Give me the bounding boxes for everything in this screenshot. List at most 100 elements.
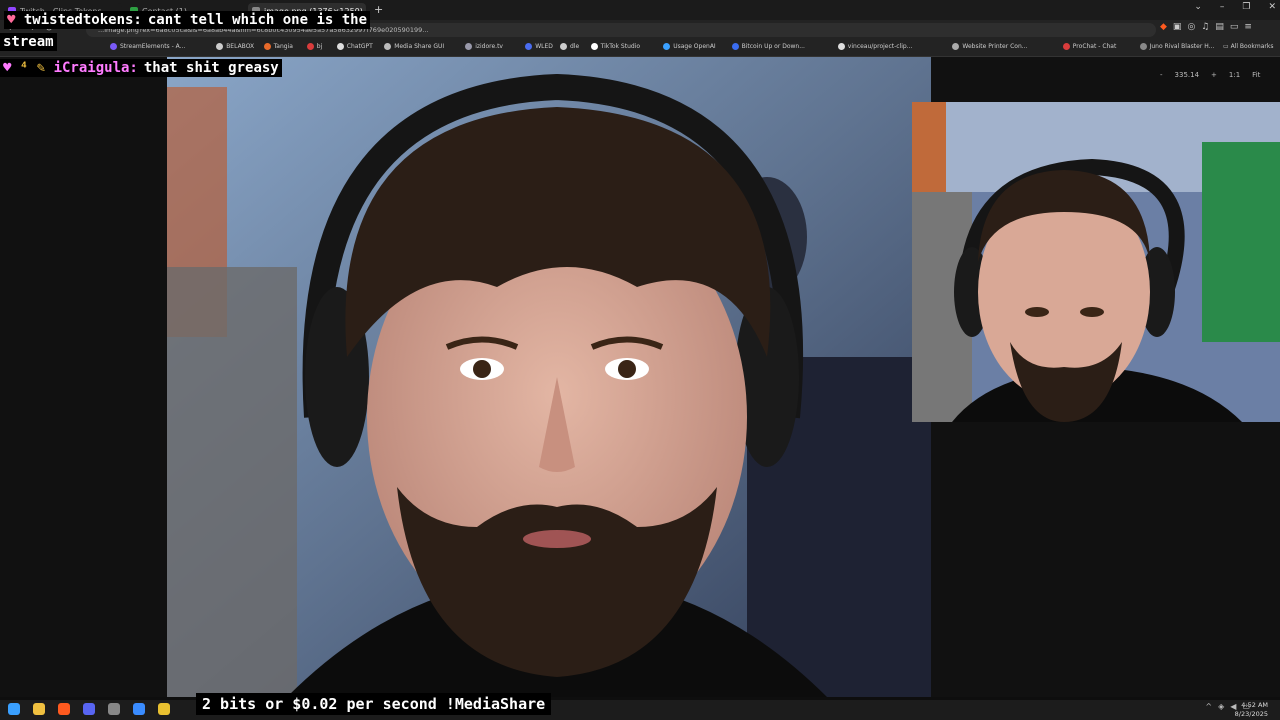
sidebar-icon[interactable]: ▤ [1215, 22, 1224, 32]
bookmark-item[interactable]: ProChat - Chat [1062, 43, 1117, 50]
bookmark-icon [336, 43, 344, 50]
zoom-in-button[interactable]: + [1211, 71, 1217, 79]
bookmark-icon [1139, 43, 1147, 50]
bookmark-label: izidore.tv [475, 43, 503, 50]
bookmark-icon [952, 43, 960, 50]
clock-time: 4:52 AM [1241, 701, 1268, 709]
bookmark-item[interactable]: BELABOX [216, 43, 254, 50]
bookmark-item[interactable]: Bitcoin Up or Down... [731, 43, 805, 50]
bookmark-label: Usage OpenAI [673, 43, 716, 50]
taskbar [0, 700, 1280, 720]
chat-message-1: ♥ twistedtokens: cant tell which one is t… [4, 11, 371, 29]
minimize-button[interactable]: – [1220, 2, 1225, 12]
bookmark-item[interactable]: izidore.tv [465, 43, 503, 50]
extension-icon[interactable]: ◎ [1187, 22, 1195, 32]
bookmark-label: StreamElements - A... [120, 43, 186, 50]
brave-shield-icon[interactable]: ◆ [1160, 22, 1167, 32]
bookmark-label: vinceau/project-clip... [847, 43, 913, 50]
bookmark-icon [525, 43, 533, 50]
chat-username: ♥ ⁴ ✎ iCraigula: [0, 59, 141, 77]
obs-icon[interactable] [108, 703, 120, 715]
bookmark-item[interactable]: bj [306, 43, 323, 50]
bookmark-icon [837, 43, 845, 50]
bookmark-item[interactable]: Website Printer Con... [952, 43, 1027, 50]
bookmark-icon [216, 43, 224, 50]
chat-username: ♥ twistedtokens: [4, 11, 145, 29]
bookmark-icon [663, 43, 671, 50]
chrome-icon[interactable] [158, 703, 170, 715]
bookmark-item[interactable]: StreamElements - A... [110, 43, 185, 50]
menu-icon[interactable]: ≡ [1244, 22, 1252, 32]
one-to-one-button[interactable]: 1:1 [1229, 71, 1240, 79]
all-bookmarks-label: All Bookmarks [1230, 43, 1274, 50]
zoom-out-button[interactable]: - [1160, 71, 1163, 79]
taskbar-clock[interactable]: 4:52 AM 8/23/2025 [1235, 701, 1268, 719]
bookmark-item[interactable]: Usage OpenAI [663, 43, 716, 50]
all-bookmarks[interactable]: ▭ All Bookmarks [1223, 43, 1273, 50]
bookmark-label: Media Share GUI [394, 43, 445, 50]
bookmark-label: Bitcoin Up or Down... [741, 43, 805, 50]
bookmark-icon [384, 43, 392, 50]
discord-icon[interactable] [83, 703, 95, 715]
file-explorer-icon[interactable] [33, 703, 45, 715]
bookmark-icon [306, 43, 314, 50]
close-button[interactable]: ✕ [1268, 2, 1276, 12]
chat-username-text: twistedtokens: [23, 12, 142, 28]
bookmark-icon [110, 43, 117, 50]
folder-icon: ▭ [1223, 43, 1231, 50]
inset-webcam-image [912, 102, 1280, 422]
bookmark-item[interactable]: Juno Rival Blaster H... [1139, 43, 1215, 50]
wallet-icon[interactable]: ▭ [1230, 22, 1239, 32]
chat-message-continuation: stream [0, 33, 57, 51]
mediashare-banner: 2 bits or $0.02 per second !MediaShare [196, 693, 552, 715]
clock-date: 8/23/2025 [1234, 710, 1268, 718]
pencil-badge-icon: ⁴ ✎ [19, 60, 54, 76]
chevron-up-icon[interactable]: ^ [1205, 702, 1212, 711]
brave-icon[interactable] [58, 703, 70, 715]
inset-portrait-image [912, 102, 1280, 422]
chat-message-1-continued: stream [0, 33, 57, 51]
chat-message-text: that shit greasy [140, 59, 282, 77]
bookmark-label: Tangia [273, 43, 293, 50]
bookmark-icon [590, 43, 598, 50]
bookmark-icon [263, 43, 271, 50]
bookmark-item[interactable]: vinceau/project-clip... [837, 43, 913, 50]
bookmark-label: dle [570, 43, 580, 50]
bookmark-label: Juno Rival Blaster H... [1149, 43, 1215, 50]
chat-message-text: cant tell which one is the [144, 11, 371, 29]
bookmark-label: ChatGPT [346, 43, 373, 50]
zoom-controls: - 335.14 + 1:1 Fit [1160, 71, 1260, 79]
bookmark-item[interactable]: ChatGPT [336, 43, 373, 50]
chat-message-2: ♥ ⁴ ✎ iCraigula: that shit greasy [0, 59, 282, 77]
bookmark-label: BELABOX [226, 43, 255, 50]
bookmark-label: TikTok Studio [600, 43, 641, 50]
bookmark-item[interactable]: Media Share GUI [384, 43, 444, 50]
bookmark-item[interactable]: Tangia [263, 43, 293, 50]
heart-icon: ♥ [7, 12, 24, 28]
app-icon[interactable] [133, 703, 145, 715]
restore-button[interactable]: ❐ [1242, 2, 1250, 12]
bookmark-icon [465, 43, 473, 50]
new-tab-button[interactable]: + [374, 3, 383, 16]
window-controls: ⌄ – ❐ ✕ [1194, 2, 1276, 12]
network-icon[interactable]: ◈ [1218, 702, 1224, 711]
bookmark-item[interactable]: TikTok Studio [590, 43, 641, 50]
chevron-down-icon[interactable]: ⌄ [1194, 2, 1202, 12]
bookmark-icon [731, 43, 739, 50]
chat-username-text: iCraigula: [53, 60, 138, 76]
portrait-image [167, 57, 931, 697]
bookmark-item[interactable]: dle [560, 43, 579, 50]
bookmark-label: Website Printer Con... [962, 43, 1028, 50]
extension-icon[interactable]: ▣ [1173, 22, 1182, 32]
main-webcam-image [167, 57, 931, 697]
bookmark-icon [560, 43, 567, 50]
bookmark-label: bj [316, 43, 323, 50]
windows-icon[interactable] [8, 703, 20, 715]
music-icon[interactable]: ♫ [1201, 22, 1209, 32]
fit-button[interactable]: Fit [1252, 71, 1260, 79]
zoom-value: 335.14 [1174, 71, 1200, 79]
bookmark-label: ProChat - Chat [1072, 43, 1117, 50]
extension-icons: ◆ ▣ ◎ ♫ ▤ ▭ ≡ [1160, 22, 1252, 32]
bookmark-item[interactable]: WLED [525, 43, 553, 50]
bookmark-icon [1062, 43, 1070, 50]
